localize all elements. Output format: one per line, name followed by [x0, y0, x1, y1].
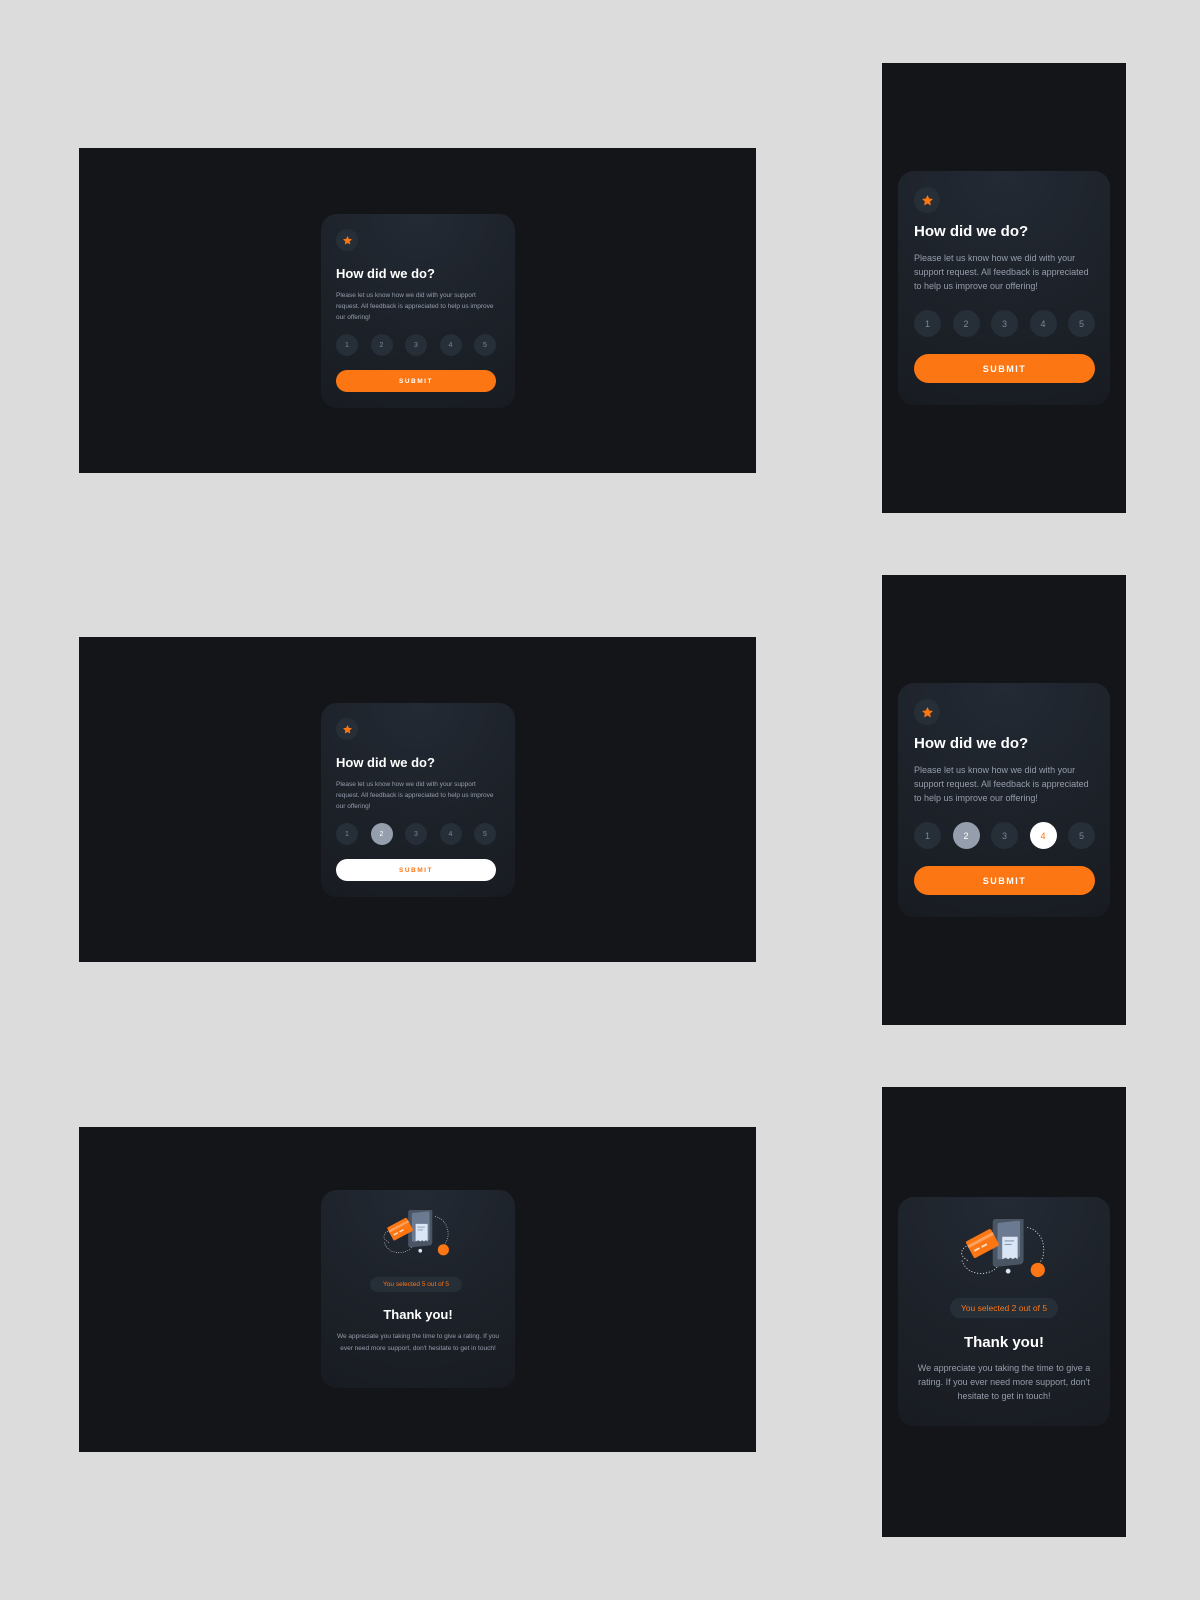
submit-button[interactable]: SUBMIT: [336, 859, 496, 881]
thank-you-description: We appreciate you taking the time to giv…: [917, 1363, 1091, 1401]
rating-card: How did we do? Please let us know how we…: [321, 214, 515, 408]
thank-you-title: Thank you!: [963, 1334, 1044, 1351]
card-title: How did we do?: [336, 266, 435, 281]
payment-illustration-icon: [956, 1215, 1052, 1283]
rating-button-5[interactable]: 5: [1068, 822, 1095, 849]
mobile-default-frame: How did we do? Please let us know how we…: [882, 63, 1126, 513]
rating-button-3[interactable]: 3: [405, 334, 427, 356]
rating-button-3[interactable]: 3: [991, 310, 1018, 337]
rating-button-5[interactable]: 5: [474, 334, 496, 356]
rating-button-5[interactable]: 5: [1068, 310, 1095, 337]
rating-card: How did we do? Please let us know how we…: [898, 683, 1110, 917]
card-title: How did we do?: [914, 223, 1029, 240]
thank-you-description: We appreciate you taking the time to giv…: [336, 1333, 500, 1352]
card-description: Please let us know how we did with your …: [336, 292, 494, 321]
card-description: Please let us know how we did with your …: [914, 253, 1089, 291]
rating-button-2[interactable]: 2: [952, 822, 980, 849]
star-badge: [336, 229, 358, 251]
rating-button-4[interactable]: 4: [1029, 822, 1057, 849]
star-icon: [921, 706, 933, 718]
rating-button-2[interactable]: 2: [370, 823, 393, 845]
thank-you-title: Thank you!: [383, 1307, 453, 1322]
rating-button-4[interactable]: 4: [439, 823, 462, 845]
mobile-selected-frame: How did we do? Please let us know how we…: [882, 575, 1126, 1025]
rating-card: How did we do? Please let us know how we…: [898, 171, 1110, 405]
card-description: Please let us know how we did with your …: [914, 765, 1089, 803]
desktop-thankyou-frame: You selected 5 out of 5 Thank you! We ap…: [79, 1127, 756, 1452]
card-description: Please let us know how we did with your …: [336, 781, 494, 810]
desktop-default-frame: How did we do? Please let us know how we…: [79, 148, 756, 473]
rating-button-5[interactable]: 5: [474, 823, 496, 845]
rating-options: 1 2 3 4 5: [336, 823, 496, 845]
star-badge: [914, 699, 940, 725]
rating-button-4[interactable]: 4: [1029, 310, 1057, 337]
rating-button-1[interactable]: 1: [914, 822, 941, 849]
rating-button-1[interactable]: 1: [336, 823, 358, 845]
star-icon: [921, 194, 933, 206]
rating-options: 1 2 3 4 5: [914, 310, 1095, 337]
rating-button-1[interactable]: 1: [914, 310, 941, 337]
rating-button-2[interactable]: 2: [370, 334, 393, 356]
mobile-thankyou-frame: You selected 2 out of 5 Thank you! We ap…: [882, 1087, 1126, 1537]
selection-badge: You selected 2 out of 5: [950, 1298, 1058, 1318]
desktop-hover-frame: How did we do? Please let us know how we…: [79, 637, 756, 962]
star-badge: [914, 187, 940, 213]
thank-you-card: You selected 2 out of 5 Thank you! We ap…: [898, 1197, 1110, 1426]
star-badge: [336, 718, 358, 740]
rating-button-4[interactable]: 4: [439, 334, 462, 356]
submit-button[interactable]: SUBMIT: [914, 866, 1095, 895]
rating-options: 1 2 3 4 5: [336, 334, 496, 356]
rating-button-2[interactable]: 2: [952, 310, 980, 337]
payment-illustration-icon: [378, 1207, 456, 1260]
card-title: How did we do?: [914, 735, 1029, 752]
rating-button-3[interactable]: 3: [405, 823, 427, 845]
card-title: How did we do?: [336, 755, 435, 770]
submit-button[interactable]: SUBMIT: [336, 370, 496, 392]
submit-button[interactable]: SUBMIT: [914, 354, 1095, 383]
rating-button-3[interactable]: 3: [991, 822, 1018, 849]
thank-you-card: You selected 5 out of 5 Thank you! We ap…: [321, 1190, 515, 1388]
rating-button-1[interactable]: 1: [336, 334, 358, 356]
star-icon: [342, 235, 352, 245]
rating-options: 1 2 3 4 5: [914, 822, 1095, 849]
star-icon: [342, 724, 352, 734]
selection-badge: You selected 5 out of 5: [370, 1277, 462, 1292]
rating-card: How did we do? Please let us know how we…: [321, 703, 515, 897]
